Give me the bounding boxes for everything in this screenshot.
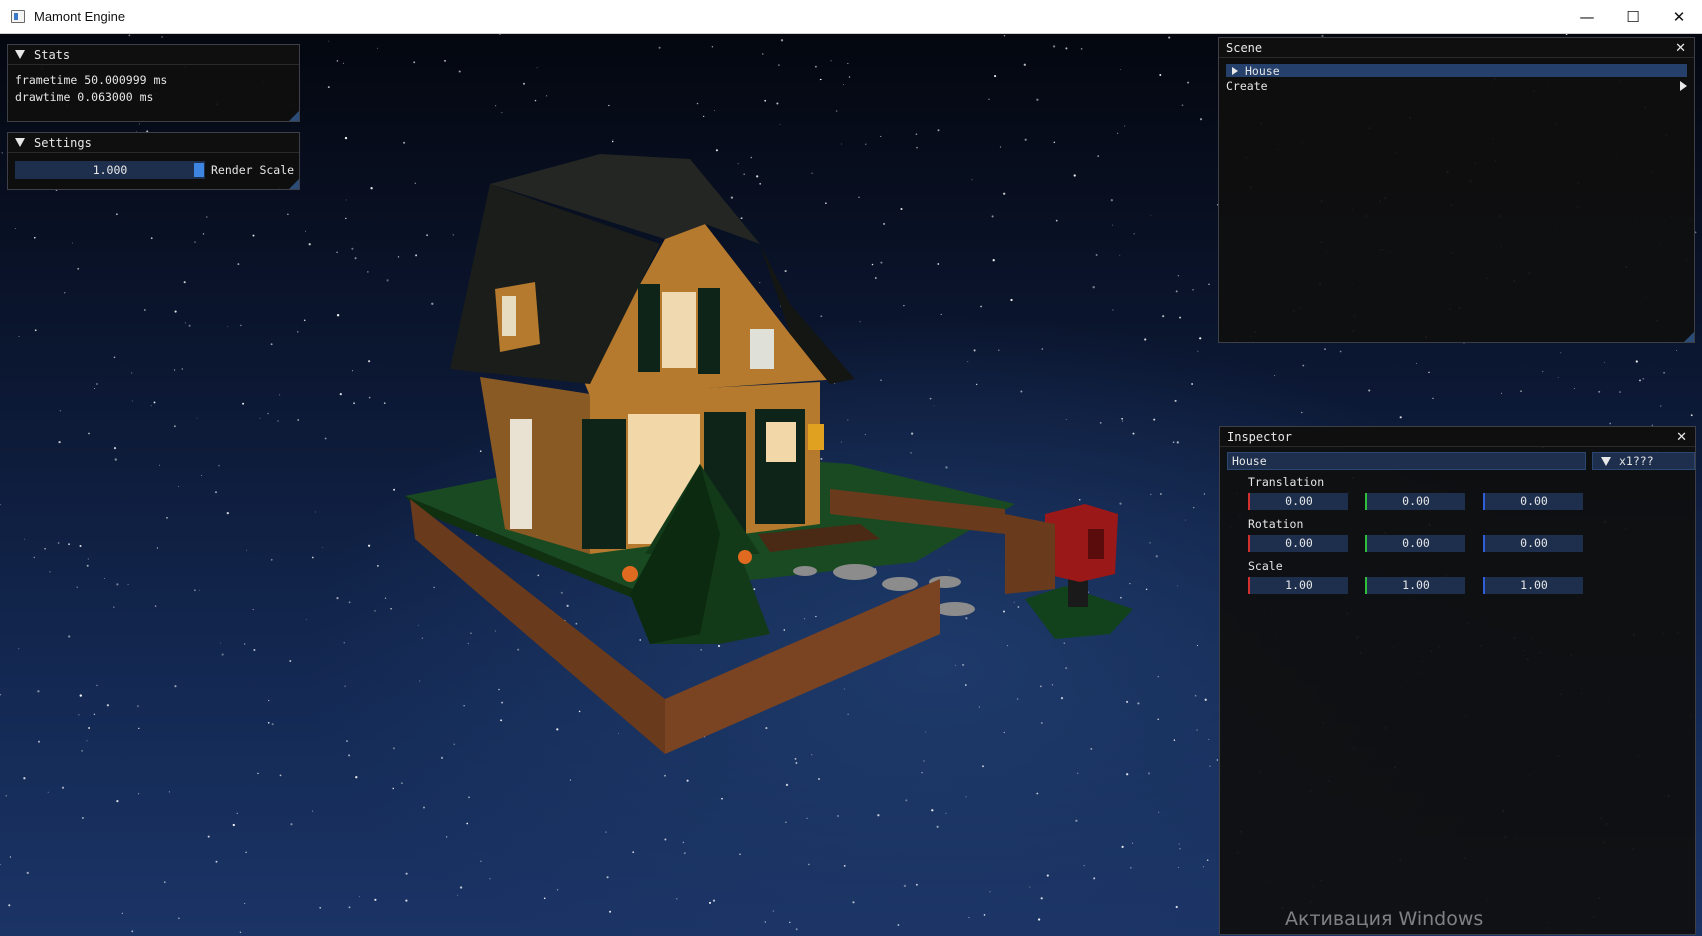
stone xyxy=(833,564,877,580)
resize-grip[interactable] xyxy=(1684,332,1694,342)
minimize-button[interactable]: — xyxy=(1564,0,1610,34)
maximize-button[interactable]: ☐ xyxy=(1610,0,1656,34)
tree-item-label: House xyxy=(1245,63,1280,78)
frametime-text: frametime 50.000999 ms xyxy=(15,73,168,87)
stone xyxy=(882,577,918,591)
house-dormer xyxy=(495,282,540,352)
flower xyxy=(622,566,638,582)
scene-tree-item-house[interactable]: House xyxy=(1226,63,1687,78)
windows-activation-watermark: Активация Windows xyxy=(1285,908,1484,930)
scene-header[interactable]: Scene ✕ xyxy=(1219,38,1694,58)
scale-y-field[interactable]: 1.00 xyxy=(1365,577,1465,594)
stats-panel[interactable]: Stats frametime 50.000999 ms drawtime 0.… xyxy=(7,44,300,122)
rotation-y-field[interactable]: 0.00 xyxy=(1365,535,1465,552)
upper-window xyxy=(662,292,696,368)
scale-label: Scale xyxy=(1248,559,1283,573)
render-scale-value: 1.000 xyxy=(92,163,128,177)
settings-panel[interactable]: Settings 1.000 Render Scale xyxy=(7,132,300,190)
window-title: Mamont Engine xyxy=(34,9,126,24)
front-window-shutter-left xyxy=(582,419,626,549)
close-icon[interactable]: ✕ xyxy=(1676,430,1687,445)
scale-x-field[interactable]: 1.00 xyxy=(1248,577,1348,594)
resize-grip[interactable] xyxy=(289,111,299,121)
stats-title: Stats xyxy=(34,47,71,62)
door-lamp xyxy=(808,424,824,450)
mailbox xyxy=(1045,504,1118,582)
door-window xyxy=(766,422,796,462)
scene-viewport[interactable]: Stats frametime 50.000999 ms drawtime 0.… xyxy=(0,34,1702,936)
render-scale-label: Render Scale xyxy=(211,163,295,177)
app-icon xyxy=(11,10,25,23)
mailbox-front xyxy=(1088,529,1104,559)
render-scale-slider[interactable]: 1.000 xyxy=(15,161,205,179)
close-icon[interactable]: ✕ xyxy=(1675,41,1686,56)
object-name-input[interactable]: House xyxy=(1227,452,1586,470)
inspector-panel[interactable]: Inspector ✕ House x1??? Translation 0.00… xyxy=(1219,426,1696,935)
inspector-header[interactable]: Inspector ✕ xyxy=(1220,427,1695,447)
inspector-title: Inspector xyxy=(1227,429,1293,444)
collapse-triangle-icon[interactable] xyxy=(15,138,25,147)
close-button[interactable]: ✕ xyxy=(1656,0,1702,34)
translation-x-field[interactable]: 0.00 xyxy=(1248,493,1348,510)
translation-z-field[interactable]: 0.00 xyxy=(1483,493,1583,510)
rotation-label: Rotation xyxy=(1248,517,1304,531)
small-window xyxy=(750,329,774,369)
dropdown-value: x1??? xyxy=(1619,454,1654,468)
expand-arrow-icon[interactable] xyxy=(1232,66,1238,75)
window-titlebar[interactable]: Mamont Engine — ☐ ✕ xyxy=(0,0,1702,34)
flower xyxy=(738,550,752,564)
create-label: Create xyxy=(1226,79,1268,93)
stone xyxy=(793,566,817,576)
dormer-window xyxy=(502,296,516,336)
upper-window-shutter-left xyxy=(638,284,660,372)
create-menu-item[interactable]: Create xyxy=(1226,79,1687,93)
rotation-x-field[interactable]: 0.00 xyxy=(1248,535,1348,552)
submenu-arrow-icon xyxy=(1680,81,1687,91)
component-dropdown[interactable]: x1??? xyxy=(1592,452,1695,470)
collapse-triangle-icon[interactable] xyxy=(15,50,25,59)
upper-window-shutter-right xyxy=(698,288,720,374)
fence-right xyxy=(1005,514,1055,594)
scale-z-field[interactable]: 1.00 xyxy=(1483,577,1583,594)
stone xyxy=(935,602,975,616)
translation-label: Translation xyxy=(1248,475,1325,489)
settings-title: Settings xyxy=(34,135,92,150)
resize-grip[interactable] xyxy=(289,179,299,189)
rotation-z-field[interactable]: 0.00 xyxy=(1483,535,1583,552)
scene-panel[interactable]: Scene ✕ House Create xyxy=(1218,37,1695,343)
window-controls: — ☐ ✕ xyxy=(1564,0,1702,34)
scene-title: Scene xyxy=(1226,40,1263,55)
left-wall-window xyxy=(510,419,532,529)
dropdown-arrow-icon xyxy=(1601,456,1611,466)
settings-header[interactable]: Settings xyxy=(8,133,299,153)
drawtime-text: drawtime 0.063000 ms xyxy=(15,90,154,104)
translation-y-field[interactable]: 0.00 xyxy=(1365,493,1465,510)
stats-header[interactable]: Stats xyxy=(8,45,299,65)
